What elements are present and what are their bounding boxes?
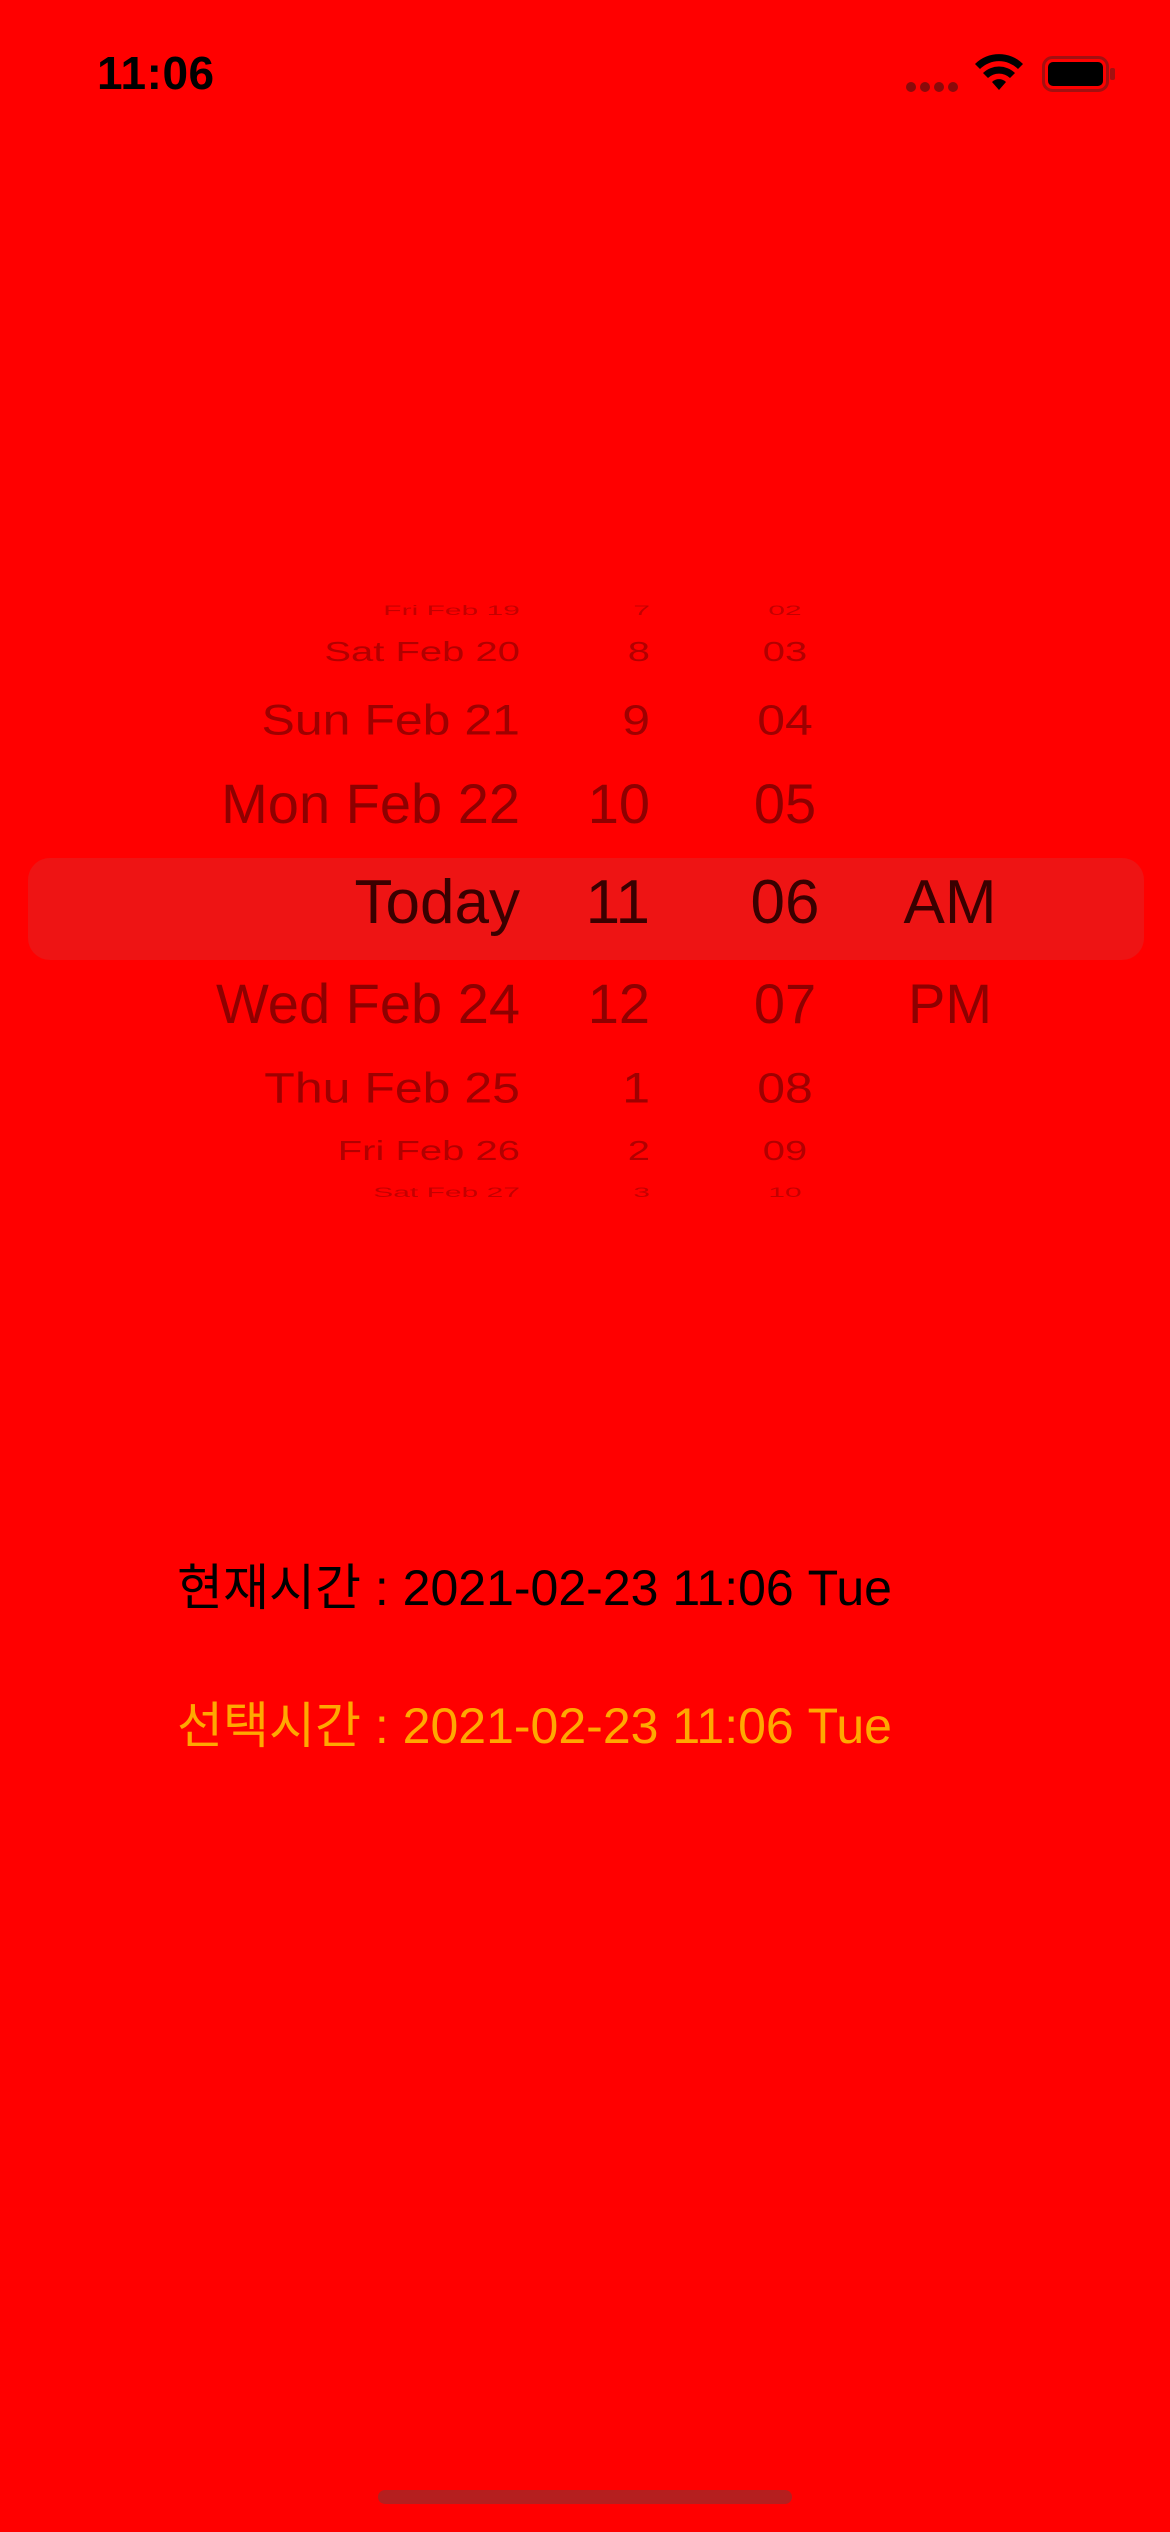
picker-date-item[interactable]: Wed Feb 24 — [216, 976, 520, 1032]
picker-minute-item[interactable]: 10 — [730, 1186, 840, 1200]
date-time-picker[interactable]: Fri Feb 19 Sat Feb 20 Sun Feb 21 Mon Feb… — [0, 590, 1170, 1230]
picker-hour-item[interactable]: 7 — [633, 604, 650, 618]
picker-date-item[interactable]: Fri Feb 26 — [338, 1137, 520, 1165]
picker-hour-item[interactable]: 1 — [622, 1067, 650, 1110]
picker-ampm-item[interactable]: PM — [890, 976, 1010, 1032]
picker-hour-column[interactable]: 7 8 9 10 11 12 1 2 3 — [540, 590, 650, 1230]
picker-minute-item[interactable]: 03 — [730, 638, 840, 666]
picker-hour-item[interactable]: 9 — [622, 699, 650, 742]
picker-date-item[interactable]: Sat Feb 27 — [373, 1186, 520, 1200]
picker-hour-item[interactable]: 3 — [633, 1186, 650, 1200]
picker-hour-selected[interactable]: 11 — [586, 872, 650, 934]
picker-minute-item[interactable]: 05 — [730, 776, 840, 832]
home-indicator[interactable] — [378, 2490, 792, 2504]
picker-minute-item[interactable]: 04 — [730, 699, 840, 742]
picker-date-item[interactable]: Fri Feb 19 — [383, 604, 520, 618]
wifi-icon — [975, 54, 1023, 90]
picker-date-column[interactable]: Fri Feb 19 Sat Feb 20 Sun Feb 21 Mon Feb… — [120, 590, 520, 1230]
picker-minute-item[interactable]: 09 — [730, 1137, 840, 1165]
picker-hour-item[interactable]: 8 — [628, 638, 650, 666]
picker-hour-item[interactable]: 10 — [588, 776, 650, 832]
cellular-signal-icon — [906, 82, 958, 92]
picker-minute-item[interactable]: 08 — [730, 1067, 840, 1110]
picker-hour-item[interactable]: 12 — [588, 976, 650, 1032]
picker-ampm-selected[interactable]: AM — [890, 872, 1010, 934]
battery-icon — [1042, 56, 1115, 92]
picker-minute-item[interactable]: 07 — [730, 976, 840, 1032]
picker-date-item[interactable]: Sat Feb 20 — [324, 638, 520, 666]
picker-minute-selected[interactable]: 06 — [730, 872, 840, 934]
picker-ampm-column[interactable]: AM PM — [890, 590, 1010, 1230]
status-time: 11:06 — [97, 47, 215, 99]
current-time-label: 현재시간 : 2021-02-23 11:06 Tue — [177, 1560, 892, 1616]
picker-minute-item[interactable]: 02 — [730, 604, 840, 618]
selected-time-label: 선택시간 : 2021-02-23 11:06 Tue — [177, 1698, 892, 1754]
picker-date-selected[interactable]: Today — [355, 872, 520, 934]
picker-date-item[interactable]: Thu Feb 25 — [264, 1067, 520, 1110]
picker-hour-item[interactable]: 2 — [628, 1137, 650, 1165]
status-bar: 11:06 — [0, 0, 1170, 140]
picker-date-item[interactable]: Mon Feb 22 — [221, 776, 520, 832]
picker-minute-column[interactable]: 02 03 04 05 06 07 08 09 10 — [730, 590, 840, 1230]
picker-date-item[interactable]: Sun Feb 21 — [261, 699, 520, 742]
